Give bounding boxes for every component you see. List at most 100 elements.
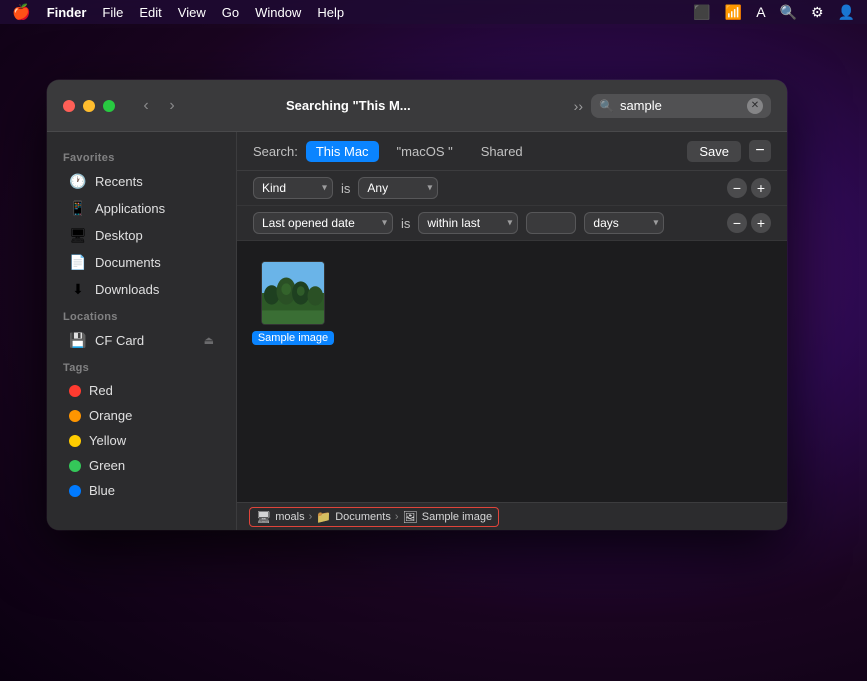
recents-icon: 🕐 <box>69 173 87 190</box>
documents-path-label: Documents <box>335 511 391 523</box>
sidebar-item-applications[interactable]: 📱 Applications <box>53 195 230 222</box>
filter-date-buttons: − + <box>727 213 771 233</box>
filter-kind-field-wrapper: Kind <box>253 177 333 199</box>
apple-menu[interactable]: 🍎 <box>12 3 31 21</box>
title-bar-actions: ›› 🔍 sample ✕ <box>574 94 771 118</box>
desktop-icon: 🖥 <box>69 227 87 244</box>
sidebar-item-green[interactable]: Green <box>53 453 230 478</box>
filter-kind-buttons: − + <box>727 178 771 198</box>
search-icon: 🔍 <box>599 99 614 113</box>
go-menu[interactable]: Go <box>222 5 239 20</box>
blue-tag-dot <box>69 485 81 497</box>
user-avatar[interactable]: 👤 <box>838 4 855 21</box>
file-item-sample-image[interactable]: Sample image <box>253 257 333 349</box>
search-text: sample <box>620 98 662 113</box>
filter-row-kind: Kind is Any − + <box>237 171 787 206</box>
sidebar-item-desktop[interactable]: 🖥 Desktop <box>53 222 230 249</box>
yellow-tag-label: Yellow <box>89 433 126 448</box>
search-box[interactable]: 🔍 sample ✕ <box>591 94 771 118</box>
favorites-label: Favorites <box>47 144 236 168</box>
filter-row-date: Last opened date is within last days − <box>237 206 787 241</box>
save-minus-button[interactable]: − <box>749 140 771 162</box>
filter-date-is-label: is <box>401 216 410 231</box>
screen-icon[interactable]: ⬛ <box>693 4 710 21</box>
tags-label: Tags <box>47 354 236 378</box>
filter-kind-field[interactable]: Kind <box>253 177 333 199</box>
filter-kind-plus-button[interactable]: + <box>751 178 771 198</box>
file-thumbnail <box>261 261 325 325</box>
file-label: Sample image <box>252 331 334 345</box>
orange-tag-label: Orange <box>89 408 132 423</box>
window-title: Searching "This M... <box>135 98 562 113</box>
main-content: Favorites 🕐 Recents 📱 Applications 🖥 Des… <box>47 132 787 530</box>
edit-menu[interactable]: Edit <box>139 5 161 20</box>
red-tag-label: Red <box>89 383 113 398</box>
sidebar-item-documents[interactable]: 📄 Documents <box>53 249 230 276</box>
scope-shared-button[interactable]: Shared <box>471 141 533 162</box>
filter-date-minus-button[interactable]: − <box>727 213 747 233</box>
moals-icon: 🖥 <box>256 510 271 524</box>
scope-this-mac-button[interactable]: This Mac <box>306 141 379 162</box>
applications-label: Applications <box>95 201 165 216</box>
sidebar-item-blue[interactable]: Blue <box>53 478 230 503</box>
search-menubar-icon[interactable]: 🔍 <box>780 4 797 21</box>
sidebar-item-orange[interactable]: Orange <box>53 403 230 428</box>
green-tag-label: Green <box>89 458 125 473</box>
file-path-icon: 🖼 <box>403 510 418 524</box>
filter-date-unit[interactable]: days <box>584 212 664 234</box>
green-tag-dot <box>69 460 81 472</box>
filter-date-unit-wrapper: days <box>584 212 664 234</box>
menu-bar: 🍎 Finder File Edit View Go Window Help ⬛… <box>0 0 867 24</box>
locations-label: Locations <box>47 303 236 327</box>
file-path-label: Sample image <box>422 511 492 523</box>
scope-macos-button[interactable]: "macOS " <box>387 141 463 162</box>
filter-date-value[interactable]: within last <box>418 212 518 234</box>
finder-menu[interactable]: Finder <box>47 5 87 20</box>
downloads-label: Downloads <box>95 282 159 297</box>
search-label: Search: <box>253 144 298 159</box>
keyboard-icon[interactable]: A <box>756 4 765 20</box>
filter-kind-value[interactable]: Any <box>358 177 438 199</box>
applications-icon: 📱 <box>69 200 87 217</box>
filter-date-field-wrapper: Last opened date <box>253 212 393 234</box>
file-menu[interactable]: File <box>102 5 123 20</box>
path-sep-1: › <box>309 511 313 523</box>
red-tag-dot <box>69 385 81 397</box>
filter-date-plus-button[interactable]: + <box>751 213 771 233</box>
sidebar-item-cf-card[interactable]: 💾 CF Card ⏏ <box>53 327 230 354</box>
search-scope-bar: Search: This Mac "macOS " Shared Save − <box>237 132 787 171</box>
path-segment-file[interactable]: 🖼 Sample image <box>403 510 493 524</box>
view-menu[interactable]: View <box>178 5 206 20</box>
title-bar: ‹ › Searching "This M... ›› 🔍 sample ✕ <box>47 80 787 132</box>
sidebar-item-recents[interactable]: 🕐 Recents <box>53 168 230 195</box>
documents-label: Documents <box>95 255 161 270</box>
search-clear-button[interactable]: ✕ <box>747 98 763 114</box>
close-button[interactable] <box>63 100 75 112</box>
save-button[interactable]: Save <box>687 141 741 162</box>
filter-kind-minus-button[interactable]: − <box>727 178 747 198</box>
filter-date-value-wrapper: within last <box>418 212 518 234</box>
more-button[interactable]: ›› <box>574 98 583 114</box>
desktop-label: Desktop <box>95 228 143 243</box>
status-bar: 🖥 moals › 📁 Documents › 🖼 Sample image <box>237 502 787 530</box>
window-menu[interactable]: Window <box>255 5 301 20</box>
sidebar-item-red[interactable]: Red <box>53 378 230 403</box>
right-panel: Search: This Mac "macOS " Shared Save − … <box>237 132 787 530</box>
filter-date-field[interactable]: Last opened date <box>253 212 393 234</box>
control-center-icon[interactable]: ⚙ <box>811 4 824 21</box>
path-segment-moals[interactable]: 🖥 moals <box>256 510 305 524</box>
eject-icon[interactable]: ⏏ <box>204 334 214 347</box>
help-menu[interactable]: Help <box>317 5 344 20</box>
sidebar-item-yellow[interactable]: Yellow <box>53 428 230 453</box>
filter-kind-value-wrapper: Any <box>358 177 438 199</box>
filter-date-number-input[interactable] <box>526 212 576 234</box>
filter-kind-is-label: is <box>341 181 350 196</box>
wifi-icon[interactable]: 📶 <box>725 4 742 21</box>
sidebar: Favorites 🕐 Recents 📱 Applications 🖥 Des… <box>47 132 237 530</box>
menu-bar-right: ⬛ 📶 A 🔍 ⚙ 👤 <box>693 4 855 21</box>
maximize-button[interactable] <box>103 100 115 112</box>
sidebar-item-downloads[interactable]: ⬇ Downloads <box>53 276 230 303</box>
minimize-button[interactable] <box>83 100 95 112</box>
file-area: Sample image <box>237 241 787 502</box>
path-segment-documents[interactable]: 📁 Documents <box>316 510 391 524</box>
